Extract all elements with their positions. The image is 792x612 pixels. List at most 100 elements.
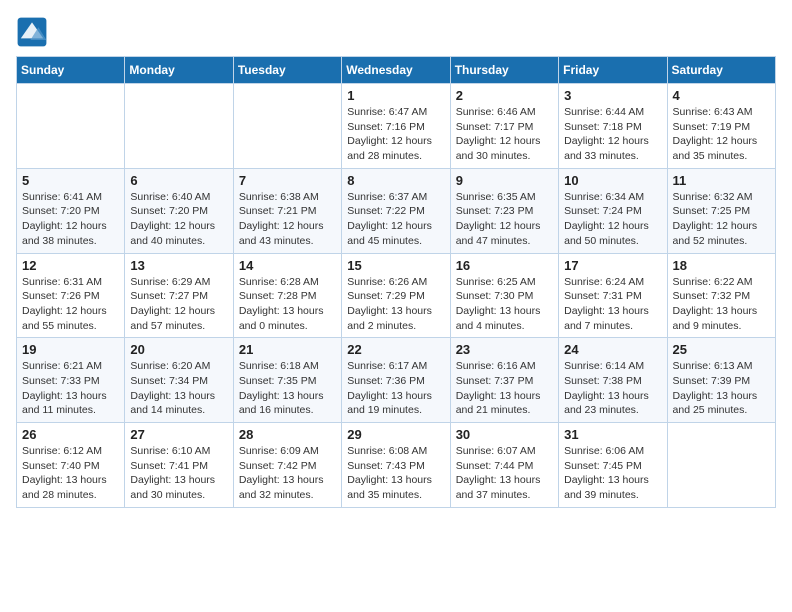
day-number: 28 bbox=[239, 427, 336, 442]
day-number: 11 bbox=[673, 173, 770, 188]
calendar-cell: 31 Sunrise: 6:06 AM Sunset: 7:45 PM Dayli… bbox=[559, 423, 667, 508]
calendar-cell: 8Sunrise: 6:37 AM Sunset: 7:22 PM Daylig… bbox=[342, 168, 450, 253]
calendar-week-1: 5Sunrise: 6:41 AM Sunset: 7:20 PM Daylig… bbox=[17, 168, 776, 253]
day-info: Sunrise: 6:46 AM Sunset: 7:17 PM Dayligh… bbox=[456, 105, 553, 164]
calendar-body: 1 Sunrise: 6:47 AM Sunset: 7:16 PM Daylig… bbox=[17, 84, 776, 508]
calendar-cell: 29 Sunrise: 6:08 AM Sunset: 7:43 PM Dayli… bbox=[342, 423, 450, 508]
day-number: 24 bbox=[564, 342, 661, 357]
calendar-cell: 25 Sunrise: 6:13 AM Sunset: 7:39 PM Dayli… bbox=[667, 338, 775, 423]
day-info: Sunrise: 6:24 AM Sunset: 7:31 PM Dayligh… bbox=[564, 275, 661, 334]
calendar-header-row: SundayMondayTuesdayWednesdayThursdayFrid… bbox=[17, 57, 776, 84]
day-number: 6 bbox=[130, 173, 227, 188]
calendar-cell: 17 Sunrise: 6:24 AM Sunset: 7:31 PM Dayli… bbox=[559, 253, 667, 338]
day-number: 2 bbox=[456, 88, 553, 103]
calendar-header-friday: Friday bbox=[559, 57, 667, 84]
calendar-cell: 15 Sunrise: 6:26 AM Sunset: 7:29 PM Dayli… bbox=[342, 253, 450, 338]
day-info: Sunrise: 6:20 AM Sunset: 7:34 PM Dayligh… bbox=[130, 359, 227, 418]
calendar-cell: 26 Sunrise: 6:12 AM Sunset: 7:40 PM Dayli… bbox=[17, 423, 125, 508]
day-info: Sunrise: 6:28 AM Sunset: 7:28 PM Dayligh… bbox=[239, 275, 336, 334]
calendar-cell: 10 Sunrise: 6:34 AM Sunset: 7:24 PM Dayli… bbox=[559, 168, 667, 253]
day-info: Sunrise: 6:10 AM Sunset: 7:41 PM Dayligh… bbox=[130, 444, 227, 503]
day-info: Sunrise: 6:43 AM Sunset: 7:19 PM Dayligh… bbox=[673, 105, 770, 164]
day-number: 20 bbox=[130, 342, 227, 357]
calendar-cell: 23 Sunrise: 6:16 AM Sunset: 7:37 PM Dayli… bbox=[450, 338, 558, 423]
day-info: Sunrise: 6:16 AM Sunset: 7:37 PM Dayligh… bbox=[456, 359, 553, 418]
day-info: Sunrise: 6:22 AM Sunset: 7:32 PM Dayligh… bbox=[673, 275, 770, 334]
day-number: 12 bbox=[22, 258, 119, 273]
day-info: Sunrise: 6:06 AM Sunset: 7:45 PM Dayligh… bbox=[564, 444, 661, 503]
day-number: 18 bbox=[673, 258, 770, 273]
calendar-header-saturday: Saturday bbox=[667, 57, 775, 84]
calendar-cell: 5Sunrise: 6:41 AM Sunset: 7:20 PM Daylig… bbox=[17, 168, 125, 253]
calendar-cell: 28Sunrise: 6:09 AM Sunset: 7:42 PM Dayli… bbox=[233, 423, 341, 508]
calendar-header-wednesday: Wednesday bbox=[342, 57, 450, 84]
calendar-week-3: 19 Sunrise: 6:21 AM Sunset: 7:33 PM Dayli… bbox=[17, 338, 776, 423]
calendar-cell: 19 Sunrise: 6:21 AM Sunset: 7:33 PM Dayli… bbox=[17, 338, 125, 423]
day-info: Sunrise: 6:13 AM Sunset: 7:39 PM Dayligh… bbox=[673, 359, 770, 418]
day-number: 25 bbox=[673, 342, 770, 357]
calendar-cell: 3Sunrise: 6:44 AM Sunset: 7:18 PM Daylig… bbox=[559, 84, 667, 169]
day-number: 8 bbox=[347, 173, 444, 188]
day-info: Sunrise: 6:32 AM Sunset: 7:25 PM Dayligh… bbox=[673, 190, 770, 249]
calendar-cell: 20 Sunrise: 6:20 AM Sunset: 7:34 PM Dayli… bbox=[125, 338, 233, 423]
day-info: Sunrise: 6:47 AM Sunset: 7:16 PM Dayligh… bbox=[347, 105, 444, 164]
day-info: Sunrise: 6:35 AM Sunset: 7:23 PM Dayligh… bbox=[456, 190, 553, 249]
calendar-week-4: 26 Sunrise: 6:12 AM Sunset: 7:40 PM Dayli… bbox=[17, 423, 776, 508]
day-number: 13 bbox=[130, 258, 227, 273]
calendar-header-thursday: Thursday bbox=[450, 57, 558, 84]
calendar-cell: 2 Sunrise: 6:46 AM Sunset: 7:17 PM Daylig… bbox=[450, 84, 558, 169]
day-number: 16 bbox=[456, 258, 553, 273]
day-number: 7 bbox=[239, 173, 336, 188]
calendar-cell: 1 Sunrise: 6:47 AM Sunset: 7:16 PM Daylig… bbox=[342, 84, 450, 169]
day-info: Sunrise: 6:41 AM Sunset: 7:20 PM Dayligh… bbox=[22, 190, 119, 249]
calendar-cell bbox=[17, 84, 125, 169]
calendar-cell: 30Sunrise: 6:07 AM Sunset: 7:44 PM Dayli… bbox=[450, 423, 558, 508]
day-info: Sunrise: 6:29 AM Sunset: 7:27 PM Dayligh… bbox=[130, 275, 227, 334]
day-number: 10 bbox=[564, 173, 661, 188]
day-info: Sunrise: 6:25 AM Sunset: 7:30 PM Dayligh… bbox=[456, 275, 553, 334]
calendar-cell: 9 Sunrise: 6:35 AM Sunset: 7:23 PM Daylig… bbox=[450, 168, 558, 253]
calendar-cell bbox=[667, 423, 775, 508]
day-info: Sunrise: 6:12 AM Sunset: 7:40 PM Dayligh… bbox=[22, 444, 119, 503]
calendar-cell: 4Sunrise: 6:43 AM Sunset: 7:19 PM Daylig… bbox=[667, 84, 775, 169]
logo bbox=[16, 16, 52, 48]
day-number: 29 bbox=[347, 427, 444, 442]
day-info: Sunrise: 6:34 AM Sunset: 7:24 PM Dayligh… bbox=[564, 190, 661, 249]
logo-icon bbox=[16, 16, 48, 48]
calendar-cell bbox=[125, 84, 233, 169]
day-number: 27 bbox=[130, 427, 227, 442]
day-number: 9 bbox=[456, 173, 553, 188]
calendar-week-2: 12 Sunrise: 6:31 AM Sunset: 7:26 PM Dayli… bbox=[17, 253, 776, 338]
calendar-header-tuesday: Tuesday bbox=[233, 57, 341, 84]
day-info: Sunrise: 6:21 AM Sunset: 7:33 PM Dayligh… bbox=[22, 359, 119, 418]
calendar-cell bbox=[233, 84, 341, 169]
calendar-cell: 13 Sunrise: 6:29 AM Sunset: 7:27 PM Dayli… bbox=[125, 253, 233, 338]
calendar-cell: 16 Sunrise: 6:25 AM Sunset: 7:30 PM Dayli… bbox=[450, 253, 558, 338]
day-number: 17 bbox=[564, 258, 661, 273]
day-info: Sunrise: 6:38 AM Sunset: 7:21 PM Dayligh… bbox=[239, 190, 336, 249]
day-info: Sunrise: 6:17 AM Sunset: 7:36 PM Dayligh… bbox=[347, 359, 444, 418]
day-number: 15 bbox=[347, 258, 444, 273]
calendar-header-sunday: Sunday bbox=[17, 57, 125, 84]
day-number: 21 bbox=[239, 342, 336, 357]
calendar-cell: 6Sunrise: 6:40 AM Sunset: 7:20 PM Daylig… bbox=[125, 168, 233, 253]
day-info: Sunrise: 6:07 AM Sunset: 7:44 PM Dayligh… bbox=[456, 444, 553, 503]
day-number: 14 bbox=[239, 258, 336, 273]
day-number: 19 bbox=[22, 342, 119, 357]
day-info: Sunrise: 6:31 AM Sunset: 7:26 PM Dayligh… bbox=[22, 275, 119, 334]
day-number: 23 bbox=[456, 342, 553, 357]
calendar-cell: 21Sunrise: 6:18 AM Sunset: 7:35 PM Dayli… bbox=[233, 338, 341, 423]
day-info: Sunrise: 6:08 AM Sunset: 7:43 PM Dayligh… bbox=[347, 444, 444, 503]
day-number: 1 bbox=[347, 88, 444, 103]
calendar-header-monday: Monday bbox=[125, 57, 233, 84]
day-number: 26 bbox=[22, 427, 119, 442]
calendar-table: SundayMondayTuesdayWednesdayThursdayFrid… bbox=[16, 56, 776, 508]
day-info: Sunrise: 6:14 AM Sunset: 7:38 PM Dayligh… bbox=[564, 359, 661, 418]
calendar-cell: 18 Sunrise: 6:22 AM Sunset: 7:32 PM Dayli… bbox=[667, 253, 775, 338]
calendar-cell: 22Sunrise: 6:17 AM Sunset: 7:36 PM Dayli… bbox=[342, 338, 450, 423]
day-number: 31 bbox=[564, 427, 661, 442]
calendar-cell: 14 Sunrise: 6:28 AM Sunset: 7:28 PM Dayli… bbox=[233, 253, 341, 338]
day-info: Sunrise: 6:26 AM Sunset: 7:29 PM Dayligh… bbox=[347, 275, 444, 334]
calendar-cell: 24 Sunrise: 6:14 AM Sunset: 7:38 PM Dayli… bbox=[559, 338, 667, 423]
day-info: Sunrise: 6:44 AM Sunset: 7:18 PM Dayligh… bbox=[564, 105, 661, 164]
